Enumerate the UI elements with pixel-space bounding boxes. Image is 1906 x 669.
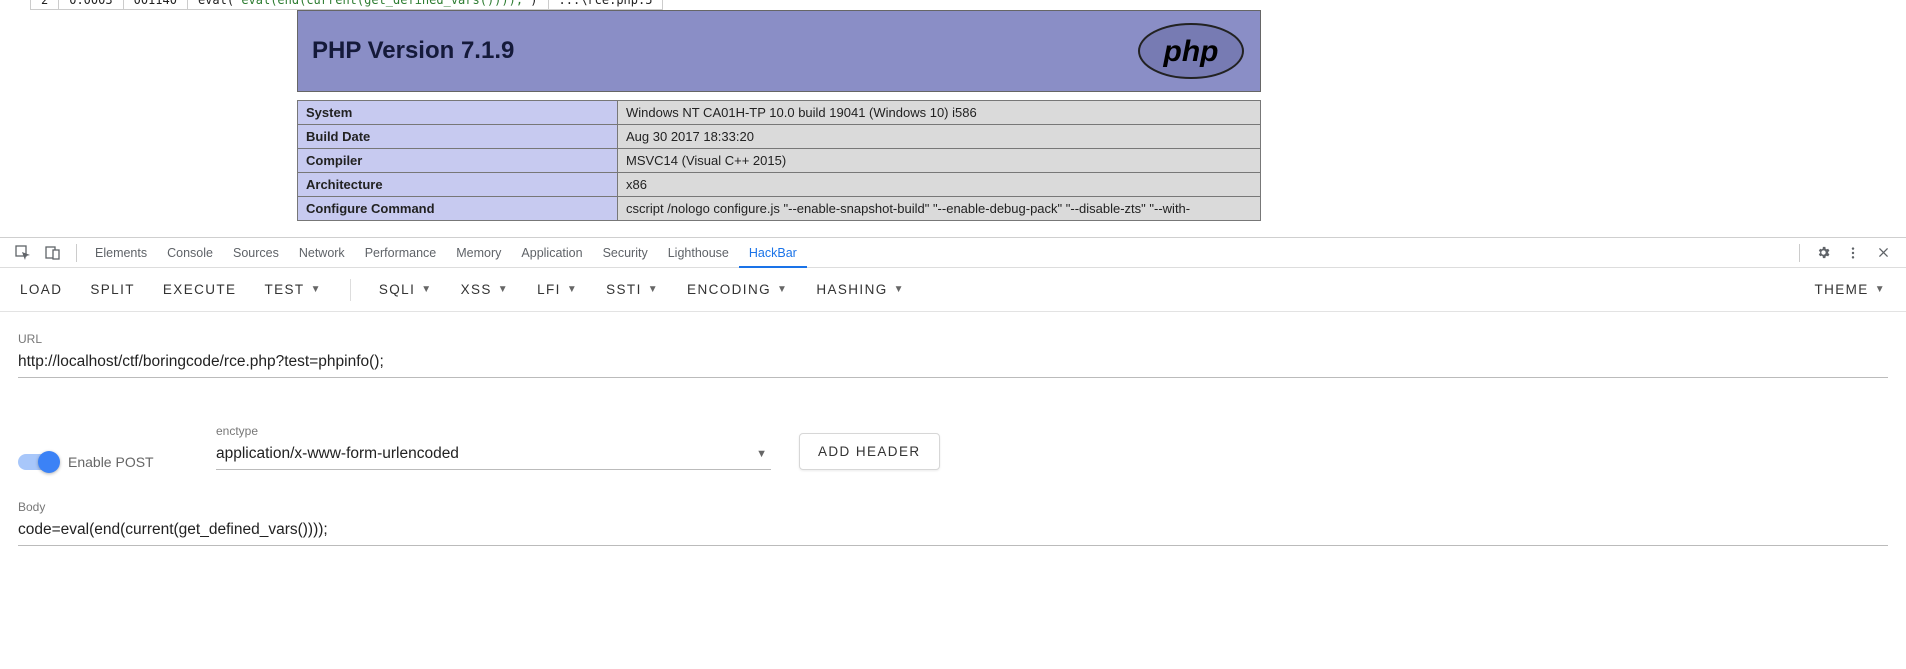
chevron-down-icon[interactable]: ▼ [756,448,767,460]
tab-performance[interactable]: Performance [355,238,447,268]
trace-mem: 001140 [123,0,187,10]
table-row: SystemWindows NT CA01H-TP 10.0 build 190… [298,101,1261,125]
php-logo-icon: php [1136,21,1246,81]
enable-post-toggle[interactable]: Enable POST [18,454,188,470]
hackbar-form: URL Enable POST enctype ▼ ADD HEADER Bod… [0,312,1906,546]
chevron-down-icon: ▼ [311,284,322,295]
table-row: Architecturex86 [298,173,1261,197]
phpinfo-table: SystemWindows NT CA01H-TP 10.0 build 190… [297,100,1261,221]
trace-time: 0.0003 [59,0,123,10]
tab-network[interactable]: Network [289,238,355,268]
tab-elements[interactable]: Elements [85,238,157,268]
enctype-label: enctype [216,424,771,438]
gear-icon[interactable] [1814,244,1832,262]
url-label: URL [18,332,1888,346]
tab-memory[interactable]: Memory [446,238,511,268]
tab-console[interactable]: Console [157,238,223,268]
tab-sources[interactable]: Sources [223,238,289,268]
more-vert-icon[interactable] [1844,244,1862,262]
chevron-down-icon: ▼ [894,284,905,295]
hackbar-toolbar: LOAD SPLIT EXECUTE TEST▼ SQLI▼ XSS▼ LFI▼… [0,268,1906,312]
xdebug-trace-row: 2 0.0003 001140 eval( eval(end(current(g… [30,0,663,10]
split-button[interactable]: SPLIT [90,282,135,297]
chevron-down-icon: ▼ [777,284,788,295]
separator [350,279,351,301]
test-menu[interactable]: TEST▼ [264,282,321,297]
svg-text:php: php [1163,35,1219,68]
enable-post-label: Enable POST [68,454,154,470]
close-icon[interactable] [1874,244,1892,262]
execute-button[interactable]: EXECUTE [163,282,237,297]
trace-location: ...\rce.php:5 [548,0,663,10]
device-toolbar-icon[interactable] [44,244,62,262]
url-input[interactable] [18,348,1888,378]
phpinfo-panel: PHP Version 7.1.9 php SystemWindows NT C… [297,10,1261,221]
chevron-down-icon: ▼ [567,284,578,295]
trace-depth: 2 [31,0,59,10]
devtools-tabbar: Elements Console Sources Network Perform… [0,238,1906,268]
chevron-down-icon: ▼ [421,284,432,295]
load-button[interactable]: LOAD [20,282,62,297]
xss-menu[interactable]: XSS▼ [461,282,510,297]
encoding-menu[interactable]: ENCODING▼ [687,282,788,297]
separator [76,244,77,262]
chevron-down-icon: ▼ [648,284,659,295]
enctype-select[interactable] [216,440,771,470]
body-label: Body [18,500,1888,514]
lfi-menu[interactable]: LFI▼ [537,282,578,297]
tab-application[interactable]: Application [511,238,592,268]
table-row: Configure Commandcscript /nologo configu… [298,197,1261,221]
devtools-panel: Elements Console Sources Network Perform… [0,237,1906,669]
inspect-element-icon[interactable] [14,244,32,262]
tab-hackbar[interactable]: HackBar [739,238,807,268]
page-content: 2 0.0003 001140 eval( eval(end(current(g… [0,0,1906,237]
chevron-down-icon: ▼ [1875,284,1886,295]
phpinfo-header: PHP Version 7.1.9 php [297,10,1261,92]
php-version-title: PHP Version 7.1.9 [312,37,514,65]
chevron-down-icon: ▼ [498,284,509,295]
tab-security[interactable]: Security [593,238,658,268]
theme-menu[interactable]: THEME▼ [1814,282,1886,297]
trace-call: eval( eval(end(current(get_defined_vars(… [187,0,548,10]
table-row: Build DateAug 30 2017 18:33:20 [298,125,1261,149]
tab-lighthouse[interactable]: Lighthouse [658,238,739,268]
sqli-menu[interactable]: SQLI▼ [379,282,433,297]
separator [1799,244,1800,262]
table-row: CompilerMSVC14 (Visual C++ 2015) [298,149,1261,173]
ssti-menu[interactable]: SSTI▼ [606,282,659,297]
hashing-menu[interactable]: HASHING▼ [816,282,905,297]
body-input[interactable] [18,516,1888,546]
add-header-button[interactable]: ADD HEADER [799,433,940,470]
